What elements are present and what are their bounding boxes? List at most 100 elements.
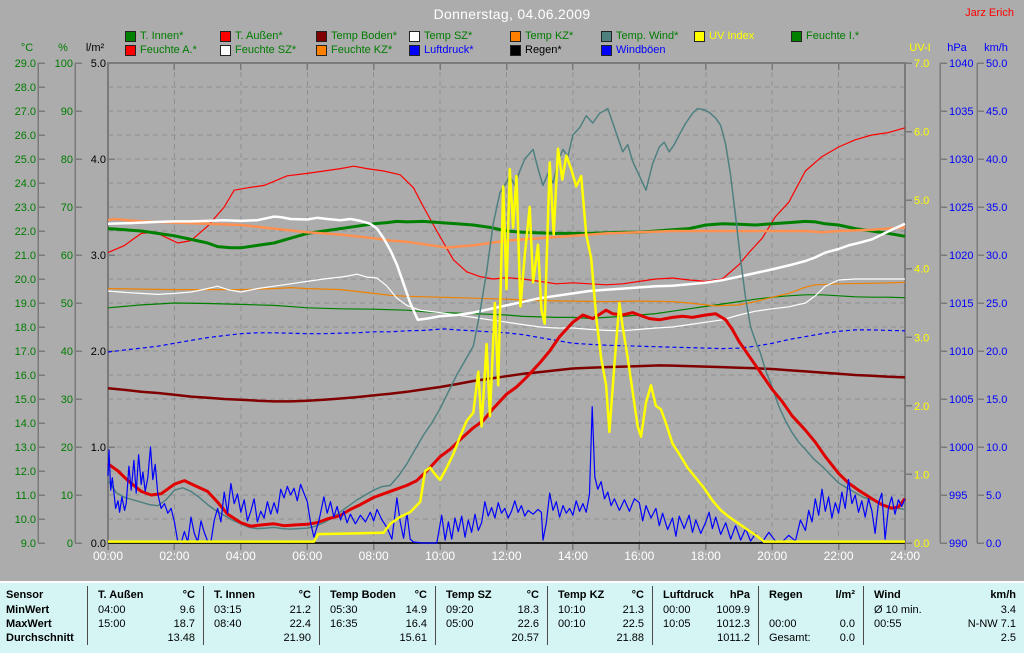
table-cell: 10:10 21.3 — [547, 603, 652, 617]
y-tick-label: 25.0 — [986, 298, 1007, 310]
y-tick-label: 6.0 — [914, 127, 929, 139]
uv-index-swatch-icon — [694, 30, 705, 42]
x-tick-label: 02:00 — [159, 549, 189, 563]
legend-label: Temp Boden* — [331, 30, 398, 42]
x-tick-label: 18:00 — [691, 549, 721, 563]
y-tick-label: 15.0 — [15, 394, 36, 406]
legend-label: Temp SZ* — [424, 30, 473, 42]
legend-item-temp-boden: Temp Boden* — [316, 30, 397, 42]
legend-label: Feuchte SZ* — [235, 44, 297, 56]
table-corner: Sensor — [6, 588, 44, 601]
legend-item-regen: Regen* — [510, 44, 562, 56]
y-tick-label: 1010 — [949, 346, 973, 358]
table-cell: 05:00 22.6 — [435, 617, 547, 631]
legend-item-uv-index: UV Index — [694, 30, 754, 42]
table-cell: 15.61 — [319, 631, 435, 645]
y-tick-label: 11.0 — [15, 490, 36, 502]
table-cell: 00:55 N-NW 7.1 — [863, 617, 1024, 631]
row-label-avg: Durchschnitt — [6, 632, 74, 644]
feuchte-sz-swatch-icon — [220, 44, 231, 56]
legend-item-feuchte-a: Feuchte A.* — [125, 44, 197, 56]
feuchte-i-swatch-icon — [791, 30, 802, 42]
y-tick-label: 1025 — [949, 202, 973, 214]
y-tick-label: 20 — [61, 442, 73, 454]
temp-sz-swatch-icon — [409, 30, 420, 42]
x-tick-label: 00:00 — [93, 549, 123, 563]
y-tick-label: 18.0 — [15, 322, 36, 334]
chart-plot-area[interactable] — [108, 63, 905, 543]
y-tick-label: 20.0 — [986, 346, 1007, 358]
table-cell: 10:05 1012.3 — [652, 617, 758, 631]
legend-label: Temp. Wind* — [616, 30, 679, 42]
y-tick-label: 27.0 — [15, 106, 36, 118]
y-tick-label: 22.0 — [15, 226, 36, 238]
table-cell: 00:10 22.5 — [547, 617, 652, 631]
x-tick-label: 14:00 — [558, 549, 588, 563]
stats-table: Sensor T. Außen °C T. Innen °C Temp Boden °C Te… — [0, 581, 1024, 653]
y-tick-label: 23.0 — [15, 202, 36, 214]
y-tick-label: 12.0 — [15, 466, 36, 478]
x-tick-label: 22:00 — [824, 549, 854, 563]
y-tick-label: 90 — [61, 106, 73, 118]
y-tick-label: 40 — [61, 346, 73, 358]
y-tick-label: 70 — [61, 202, 73, 214]
x-tick-label: 12:00 — [491, 549, 521, 563]
legend-label: Feuchte I.* — [806, 30, 860, 42]
y-tick-label: 35.0 — [986, 202, 1007, 214]
feuchte-a-swatch-icon — [125, 44, 136, 56]
y-tick-label: 21.0 — [15, 250, 36, 262]
legend-item-feuchte-kz: Feuchte KZ* — [316, 44, 392, 56]
y-tick-label: 1000 — [949, 442, 973, 454]
legend-item-temp-kz: Temp KZ* — [510, 30, 573, 42]
chart-area: 9.0 10.0 11.0 12.0 13.0 14.0 15.0 16.0 17.0 18.0 1… — [0, 0, 1024, 583]
table-cell: 00:00 0.0 — [758, 617, 863, 631]
legend-label: Windböen — [616, 44, 666, 56]
day-chart: 9.0 10.0 11.0 12.0 13.0 14.0 15.0 16.0 17.0 18.0 1… — [15, 42, 1008, 563]
y-tick-label: 5.0 — [914, 195, 929, 207]
x-tick-label: 04:00 — [226, 549, 256, 563]
y-tick-label: 20.0 — [15, 274, 36, 286]
table-cell: Ø 10 min. 3.4 — [863, 603, 1024, 617]
temp-kz-swatch-icon — [510, 30, 521, 42]
table-cell: 03:15 21.2 — [203, 603, 319, 617]
legend-item-windb-en: Windböen — [601, 44, 666, 56]
y-tick-label: 0.0 — [986, 538, 1001, 550]
y-tick-label: 60 — [61, 250, 73, 262]
y-tick-label: 1.0 — [914, 469, 929, 481]
x-tick-label: 10:00 — [425, 549, 455, 563]
y-tick-label: 3.0 — [914, 332, 929, 344]
table-cell: 09:20 18.3 — [435, 603, 547, 617]
y-tick-label: 9.0 — [21, 538, 36, 550]
table-cell: 00:00 1009.9 — [652, 603, 758, 617]
table-cell: 1011.2 — [652, 631, 758, 645]
table-header-temp-sz: Temp SZ °C — [435, 586, 547, 603]
y-tick-label: 13.0 — [15, 442, 36, 454]
y-tick-label: 25.0 — [15, 154, 36, 166]
table-cell: 2.5 — [863, 631, 1024, 645]
legend-item-temp-sz: Temp SZ* — [409, 30, 472, 42]
table-cell — [758, 603, 863, 617]
table-cell: 04:00 9.6 — [87, 603, 203, 617]
y-tick-label: 26.0 — [15, 130, 36, 142]
y-tick-label: 1015 — [949, 298, 973, 310]
x-tick-label: 08:00 — [359, 549, 389, 563]
y-tick-label: 1035 — [949, 106, 973, 118]
table-cell: 20.57 — [435, 631, 547, 645]
y-tick-label: 10 — [61, 490, 73, 502]
legend-label: Feuchte KZ* — [331, 44, 393, 56]
table-header-wind: Wind km/h — [863, 586, 1024, 603]
table-cell: 08:40 22.4 — [203, 617, 319, 631]
table-header-t-au-en: T. Außen °C — [87, 586, 203, 603]
row-label-max: MaxWert — [6, 618, 52, 630]
y-tick-label: 4.0 — [91, 154, 106, 166]
y-tick-label: 1.0 — [91, 442, 106, 454]
y-tick-label: 14.0 — [15, 418, 36, 430]
y-tick-label: 16.0 — [15, 370, 36, 382]
x-tick-label: 24:00 — [890, 549, 920, 563]
table-cell: 16:35 16.4 — [319, 617, 435, 631]
table-header-regen: Regen l/m² — [758, 586, 863, 603]
table-header-temp-boden: Temp Boden °C — [319, 586, 435, 603]
row-label-min: MinWert — [6, 604, 50, 616]
y-tick-label: 1005 — [949, 394, 973, 406]
legend-item-feuchte-sz: Feuchte SZ* — [220, 44, 296, 56]
